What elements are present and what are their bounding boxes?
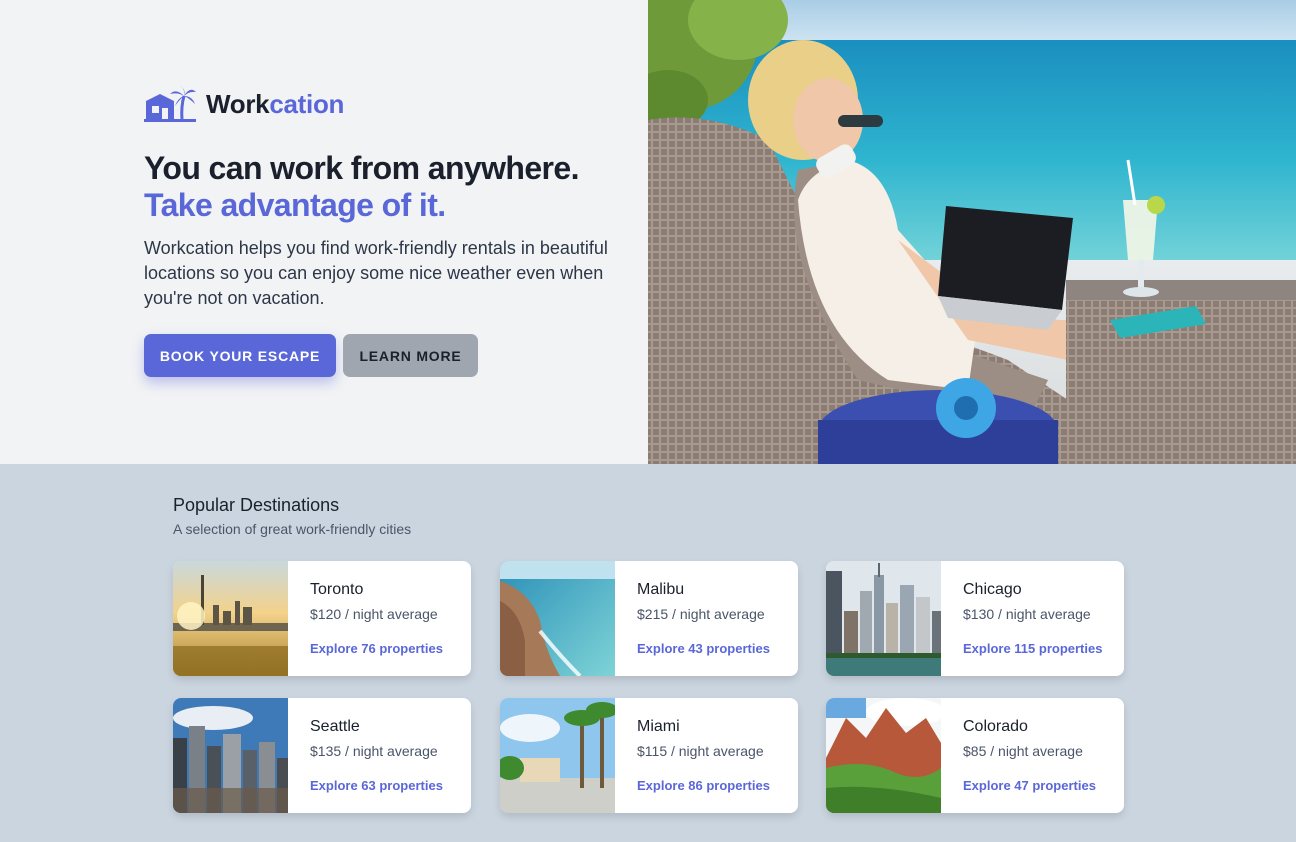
explore-link[interactable]: Explore 43 properties xyxy=(637,641,770,657)
logo[interactable]: Workcation xyxy=(144,86,614,122)
hero-content: Workcation You can work from anywhere. T… xyxy=(0,0,648,464)
city-name: Chicago xyxy=(963,581,1022,598)
city-price: $130 / night average xyxy=(963,606,1091,622)
explore-link[interactable]: Explore 76 properties xyxy=(310,641,443,657)
city-name: Miami xyxy=(637,718,680,735)
explore-link[interactable]: Explore 115 properties xyxy=(963,641,1102,657)
section-subtitle: A selection of great work-friendly citie… xyxy=(173,521,412,537)
logo-house-palm-icon xyxy=(144,86,196,122)
card-body: Toronto $120 / night average Explore 76 … xyxy=(288,561,443,676)
destination-card-miami[interactable]: Miami $115 / night average Explore 86 pr… xyxy=(500,698,798,813)
city-price: $85 / night average xyxy=(963,743,1083,759)
seattle-image xyxy=(173,698,288,813)
toronto-image xyxy=(173,561,288,676)
city-name: Colorado xyxy=(963,718,1028,735)
beach-photo xyxy=(648,0,1296,464)
logo-text-part2: cation xyxy=(269,88,345,119)
chicago-image xyxy=(826,561,941,676)
destination-card-chicago[interactable]: Chicago $130 / night average Explore 115… xyxy=(826,561,1124,676)
headline-line1: You can work from anywhere. xyxy=(144,150,579,186)
destination-card-seattle[interactable]: Seattle $135 / night average Explore 63 … xyxy=(173,698,471,813)
card-body: Miami $115 / night average Explore 86 pr… xyxy=(615,698,770,813)
hero-image xyxy=(648,0,1296,464)
city-price: $115 / night average xyxy=(637,743,764,759)
colorado-image xyxy=(826,698,941,813)
popular-destinations-section: Popular Destinations A selection of grea… xyxy=(0,464,1296,842)
hero-description: Workcation helps you find work-friendly … xyxy=(144,238,608,308)
city-price: $215 / night average xyxy=(637,606,765,622)
card-body: Seattle $135 / night average Explore 63 … xyxy=(288,698,443,813)
hero-inner: Workcation You can work from anywhere. T… xyxy=(144,86,614,377)
section-title: Popular Destinations xyxy=(173,495,340,515)
explore-link[interactable]: Explore 86 properties xyxy=(637,778,770,794)
destination-card-toronto[interactable]: Toronto $120 / night average Explore 76 … xyxy=(173,561,471,676)
city-name: Seattle xyxy=(310,718,360,735)
logo-text-part1: Work xyxy=(206,88,270,119)
logo-text: Workcation xyxy=(206,89,344,120)
miami-image xyxy=(500,698,615,813)
destination-card-colorado[interactable]: Colorado $85 / night average Explore 47 … xyxy=(826,698,1124,813)
card-body: Chicago $130 / night average Explore 115… xyxy=(941,561,1102,676)
city-name: Toronto xyxy=(310,581,364,598)
city-price: $135 / night average xyxy=(310,743,438,759)
book-escape-button[interactable]: BOOK YOUR ESCAPE xyxy=(144,334,336,377)
card-body: Colorado $85 / night average Explore 47 … xyxy=(941,698,1096,813)
card-body: Malibu $215 / night average Explore 43 p… xyxy=(615,561,770,676)
hero-buttons: BOOK YOUR ESCAPE LEARN MORE xyxy=(144,334,614,377)
hero-headline: You can work from anywhere. Take advanta… xyxy=(144,150,614,224)
malibu-image xyxy=(500,561,615,676)
destination-card-malibu[interactable]: Malibu $215 / night average Explore 43 p… xyxy=(500,561,798,676)
city-name: Malibu xyxy=(637,581,685,598)
city-price: $120 / night average xyxy=(310,606,438,622)
hero-section: Workcation You can work from anywhere. T… xyxy=(0,0,1296,464)
learn-more-button[interactable]: LEARN MORE xyxy=(343,334,478,377)
explore-link[interactable]: Explore 63 properties xyxy=(310,778,443,794)
headline-line2: Take advantage of it. xyxy=(144,187,446,223)
explore-link[interactable]: Explore 47 properties xyxy=(963,778,1096,794)
